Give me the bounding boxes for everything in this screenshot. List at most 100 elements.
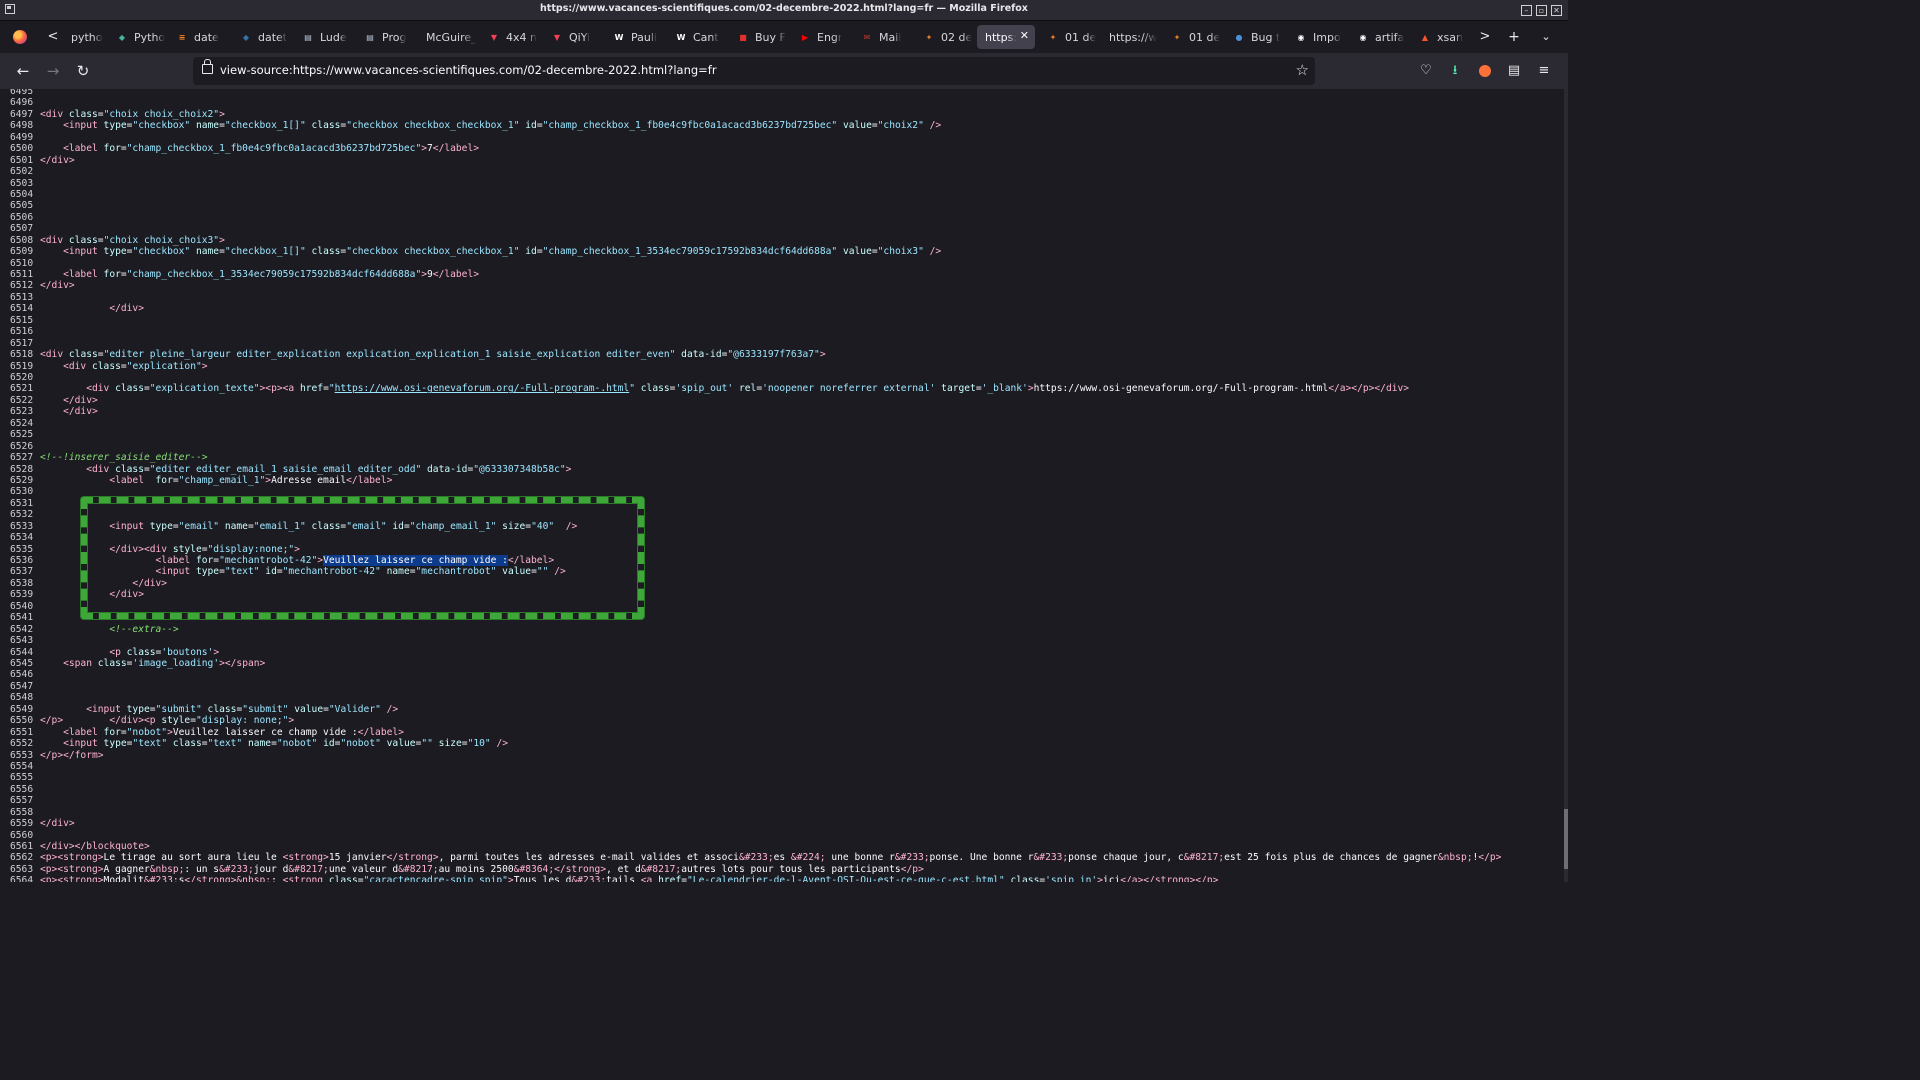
tab-label: Lude [320, 30, 347, 44]
tab-9[interactable]: W Pauli [605, 25, 663, 49]
line-number: 6504 [10, 188, 34, 200]
line-number: 6539 [10, 589, 34, 601]
tab-19[interactable]: ● Bug t [1225, 25, 1283, 49]
maximize-icon[interactable]: ▫ [1536, 5, 1547, 16]
line-number: 6517 [10, 337, 34, 349]
url-text[interactable]: view-source:https://www.vacances-scienti… [220, 63, 717, 77]
line-number: 6554 [10, 760, 34, 772]
tab-label: Prog [382, 30, 407, 44]
line-number: 6511 [10, 269, 34, 281]
line-number: 6507 [10, 223, 34, 235]
line-number: 6514 [10, 303, 34, 315]
tab-7[interactable]: ▼ 4x4 n [480, 25, 538, 49]
line-code: </div> [40, 280, 75, 292]
line-code: <div class="explication_texte"><p><a hre… [86, 383, 1410, 395]
line-code: <div class="explication"> [63, 360, 208, 372]
line-number: 6540 [10, 600, 34, 612]
reader-view-icon[interactable]: ▤ [1505, 62, 1523, 80]
mail-icon: ✉ [863, 32, 871, 42]
line-number: 6537 [10, 566, 34, 578]
line-number: 6542 [10, 623, 34, 635]
tab-22[interactable]: ▲ xsan [1411, 25, 1469, 49]
line-code: <!--!inserer_saisie_editer--> [40, 452, 208, 464]
scrollbar-thumb[interactable] [1564, 809, 1568, 869]
line-number: 6561 [10, 841, 34, 853]
line-code: <p><strong>A gagner&nbsp;: un s&#233;jou… [40, 863, 924, 875]
new-tab-icon[interactable]: + [1506, 29, 1522, 45]
tab-18[interactable]: ✦ 01 de [1163, 25, 1221, 49]
line-number: 6533 [10, 520, 34, 532]
tab-10[interactable]: W Cant [667, 25, 725, 49]
close-tab-icon[interactable]: ✕ [1020, 29, 1029, 42]
line-code: <p><strong>Le tirage au sort aura lieu l… [40, 852, 1502, 864]
downloads-icon[interactable]: ⭳ [1446, 62, 1464, 80]
lock-icon[interactable] [202, 59, 213, 74]
line-number: 6563 [10, 863, 34, 875]
brave-icon: ▲ [1421, 32, 1429, 42]
line-number: 6518 [10, 349, 34, 361]
scroll-tabs-left-icon[interactable]: < [45, 29, 61, 45]
line-code: </p></form> [40, 749, 104, 761]
python-icon: ◆ [118, 32, 126, 42]
tab-label: datet [258, 30, 288, 44]
tab-8[interactable]: ▼ QiYi [543, 25, 601, 49]
minimize-icon[interactable]: – [1521, 5, 1532, 16]
scroll-tabs-right-icon[interactable]: > [1477, 29, 1493, 45]
line-number: 6560 [10, 829, 34, 841]
tab-13[interactable]: ✉ Mail [853, 25, 911, 49]
tab-6[interactable]: McGuire_ [418, 25, 478, 49]
back-icon[interactable]: ← [14, 62, 32, 80]
line-number: 6501 [10, 154, 34, 166]
tab-20[interactable]: ◉ Impo [1287, 25, 1345, 49]
tab-label: pytho [71, 30, 103, 44]
line-number: 6564 [10, 875, 34, 882]
python-icon: ◆ [242, 32, 250, 42]
url-bar[interactable]: view-source:https://www.vacances-scienti… [193, 57, 1315, 85]
close-window-icon[interactable]: ✕ [1551, 5, 1562, 16]
github-icon: ◉ [1297, 32, 1305, 42]
tab-1[interactable]: ◆ Pytho [108, 25, 166, 49]
tab-label: Cant [693, 30, 719, 44]
list-all-tabs-icon[interactable]: ⌄ [1538, 29, 1554, 45]
line-number: 6509 [10, 246, 34, 258]
line-code: <input type="checkbox" name="checkbox_1[… [63, 246, 942, 258]
tab-17[interactable]: https://w [1101, 25, 1159, 49]
page-icon: ▤ [304, 32, 312, 42]
line-number: 6559 [10, 818, 34, 830]
hamburger-menu-icon[interactable]: ≡ [1535, 62, 1553, 80]
tab-21[interactable]: ◉ artifa [1349, 25, 1407, 49]
tab-2[interactable]: ≡ date [168, 25, 226, 49]
firefox-logo-icon [13, 30, 27, 44]
tab-12[interactable]: ▶ Engr [791, 25, 849, 49]
tab-14[interactable]: ✦ 02 de [915, 25, 973, 49]
pocket-icon: ▼ [553, 32, 561, 42]
tab-label: 01 de [1189, 30, 1221, 44]
line-code: <label for="nobot">Veuillez laisser ce c… [63, 726, 404, 738]
line-code: <input type="checkbox" name="checkbox_1[… [63, 120, 942, 132]
line-number: 6500 [10, 143, 34, 155]
site-icon: ✦ [1173, 32, 1181, 42]
forward-icon[interactable]: → [44, 62, 62, 80]
bookmark-star-icon[interactable]: ☆ [1296, 61, 1309, 79]
line-number: 6556 [10, 783, 34, 795]
tab-15[interactable]: https://✕ [977, 25, 1035, 49]
line-number: 6536 [10, 555, 34, 567]
tab-5[interactable]: ▤ Prog [356, 25, 414, 49]
tab-label: Engr [817, 30, 843, 44]
tab-16[interactable]: ✦ 01 de [1039, 25, 1097, 49]
line-number: 6548 [10, 692, 34, 704]
navigation-toolbar: ← → ↻ view-source:https://www.vacances-s… [0, 53, 1568, 90]
reload-icon[interactable]: ↻ [74, 62, 92, 80]
pocket-icon[interactable]: ♡ [1417, 62, 1435, 80]
line-code: <input type="text" class="text" name="no… [63, 738, 509, 750]
tab-label: date [194, 30, 219, 44]
tab-4[interactable]: ▤ Lude [294, 25, 352, 49]
vertical-scrollbar[interactable] [1564, 89, 1568, 882]
youtube-icon: ▶ [801, 32, 809, 42]
tab-11[interactable]: ■ Buy F [729, 25, 787, 49]
line-code: </div> [109, 303, 144, 315]
tab-3[interactable]: ◆ datet [232, 25, 290, 49]
extension-icon[interactable] [1476, 62, 1494, 80]
line-number: 6527 [10, 452, 34, 464]
tab-0[interactable]: pytho [63, 25, 108, 49]
